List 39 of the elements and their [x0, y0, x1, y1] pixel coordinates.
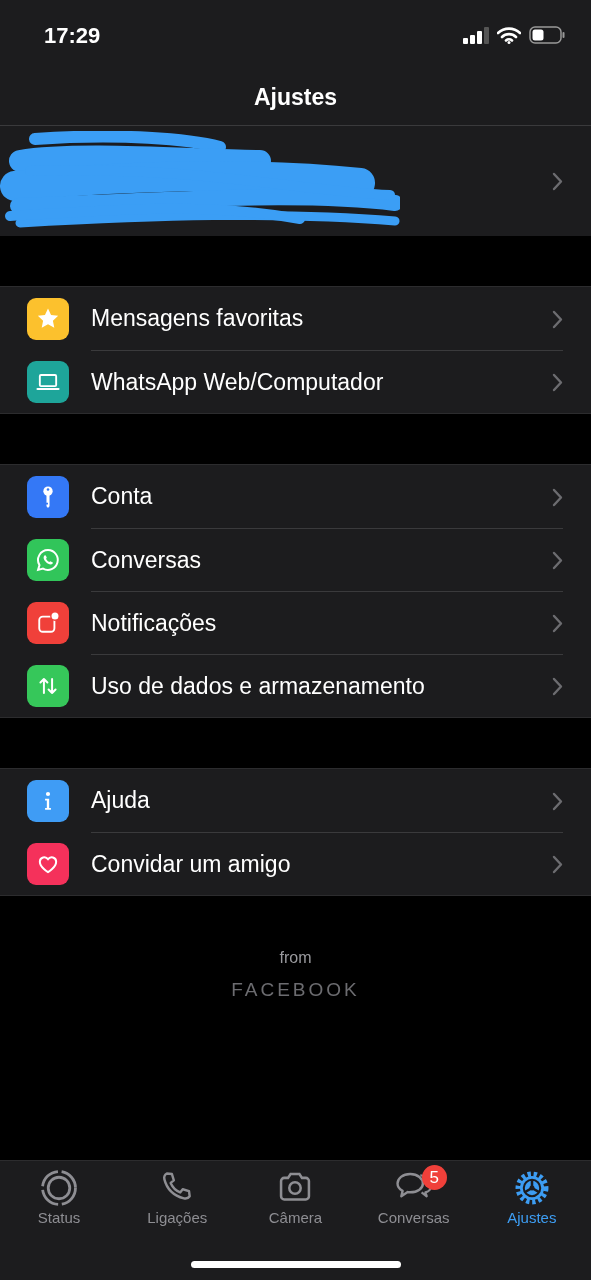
status-time: 17:29: [44, 21, 101, 50]
chevron-icon: [552, 487, 563, 507]
settings-row[interactable]: WhatsApp Web/Computador: [0, 350, 591, 413]
settings-row[interactable]: Notificações: [0, 591, 591, 654]
chevron-icon: [552, 614, 563, 634]
chevron-icon: [552, 373, 563, 393]
settings-row[interactable]: Convidar um amigo: [0, 832, 591, 895]
tab-button[interactable]: Ajustes: [476, 1169, 587, 1230]
chevron-icon: [552, 677, 563, 697]
settings-row[interactable]: Uso de dados e armazenamento: [0, 654, 591, 717]
tab-button[interactable]: Ligações: [122, 1169, 233, 1230]
unread-badge: 5: [421, 1165, 447, 1190]
profile-row[interactable]: [0, 126, 591, 236]
row-label: Ajuda: [91, 786, 150, 816]
chevron-icon: [552, 855, 563, 875]
brand-text: FACEBOOK: [231, 978, 360, 1002]
chevron-icon: [552, 551, 563, 571]
row-label: Notificações: [91, 608, 217, 638]
chevron-icon: [552, 791, 563, 811]
chevron-icon: [552, 309, 563, 329]
settings-row[interactable]: Conversas: [0, 528, 591, 591]
row-label: Conversas: [91, 545, 201, 575]
settings-row[interactable]: Conta: [0, 465, 591, 528]
chevron-icon: [552, 172, 563, 192]
signal-icon: [463, 26, 489, 44]
wifi-icon: [497, 26, 521, 44]
row-label: Uso de dados e armazenamento: [91, 671, 425, 701]
battery-icon: [529, 26, 565, 44]
tab-button[interactable]: Câmera: [240, 1169, 351, 1230]
settings-row[interactable]: Ajuda: [0, 769, 591, 832]
screen-title: Ajustes: [253, 83, 338, 113]
row-label: Conta: [91, 482, 153, 512]
status-icon: [40, 1169, 79, 1207]
settings-row[interactable]: Mensagens favoritas: [0, 287, 591, 350]
row-label: Mensagens favoritas: [91, 304, 304, 334]
row-label: WhatsApp Web/Computador: [91, 367, 384, 397]
tab-button[interactable]: Status: [4, 1169, 115, 1230]
row-label: Convidar um amigo: [91, 849, 291, 879]
from-text: from: [279, 948, 312, 968]
